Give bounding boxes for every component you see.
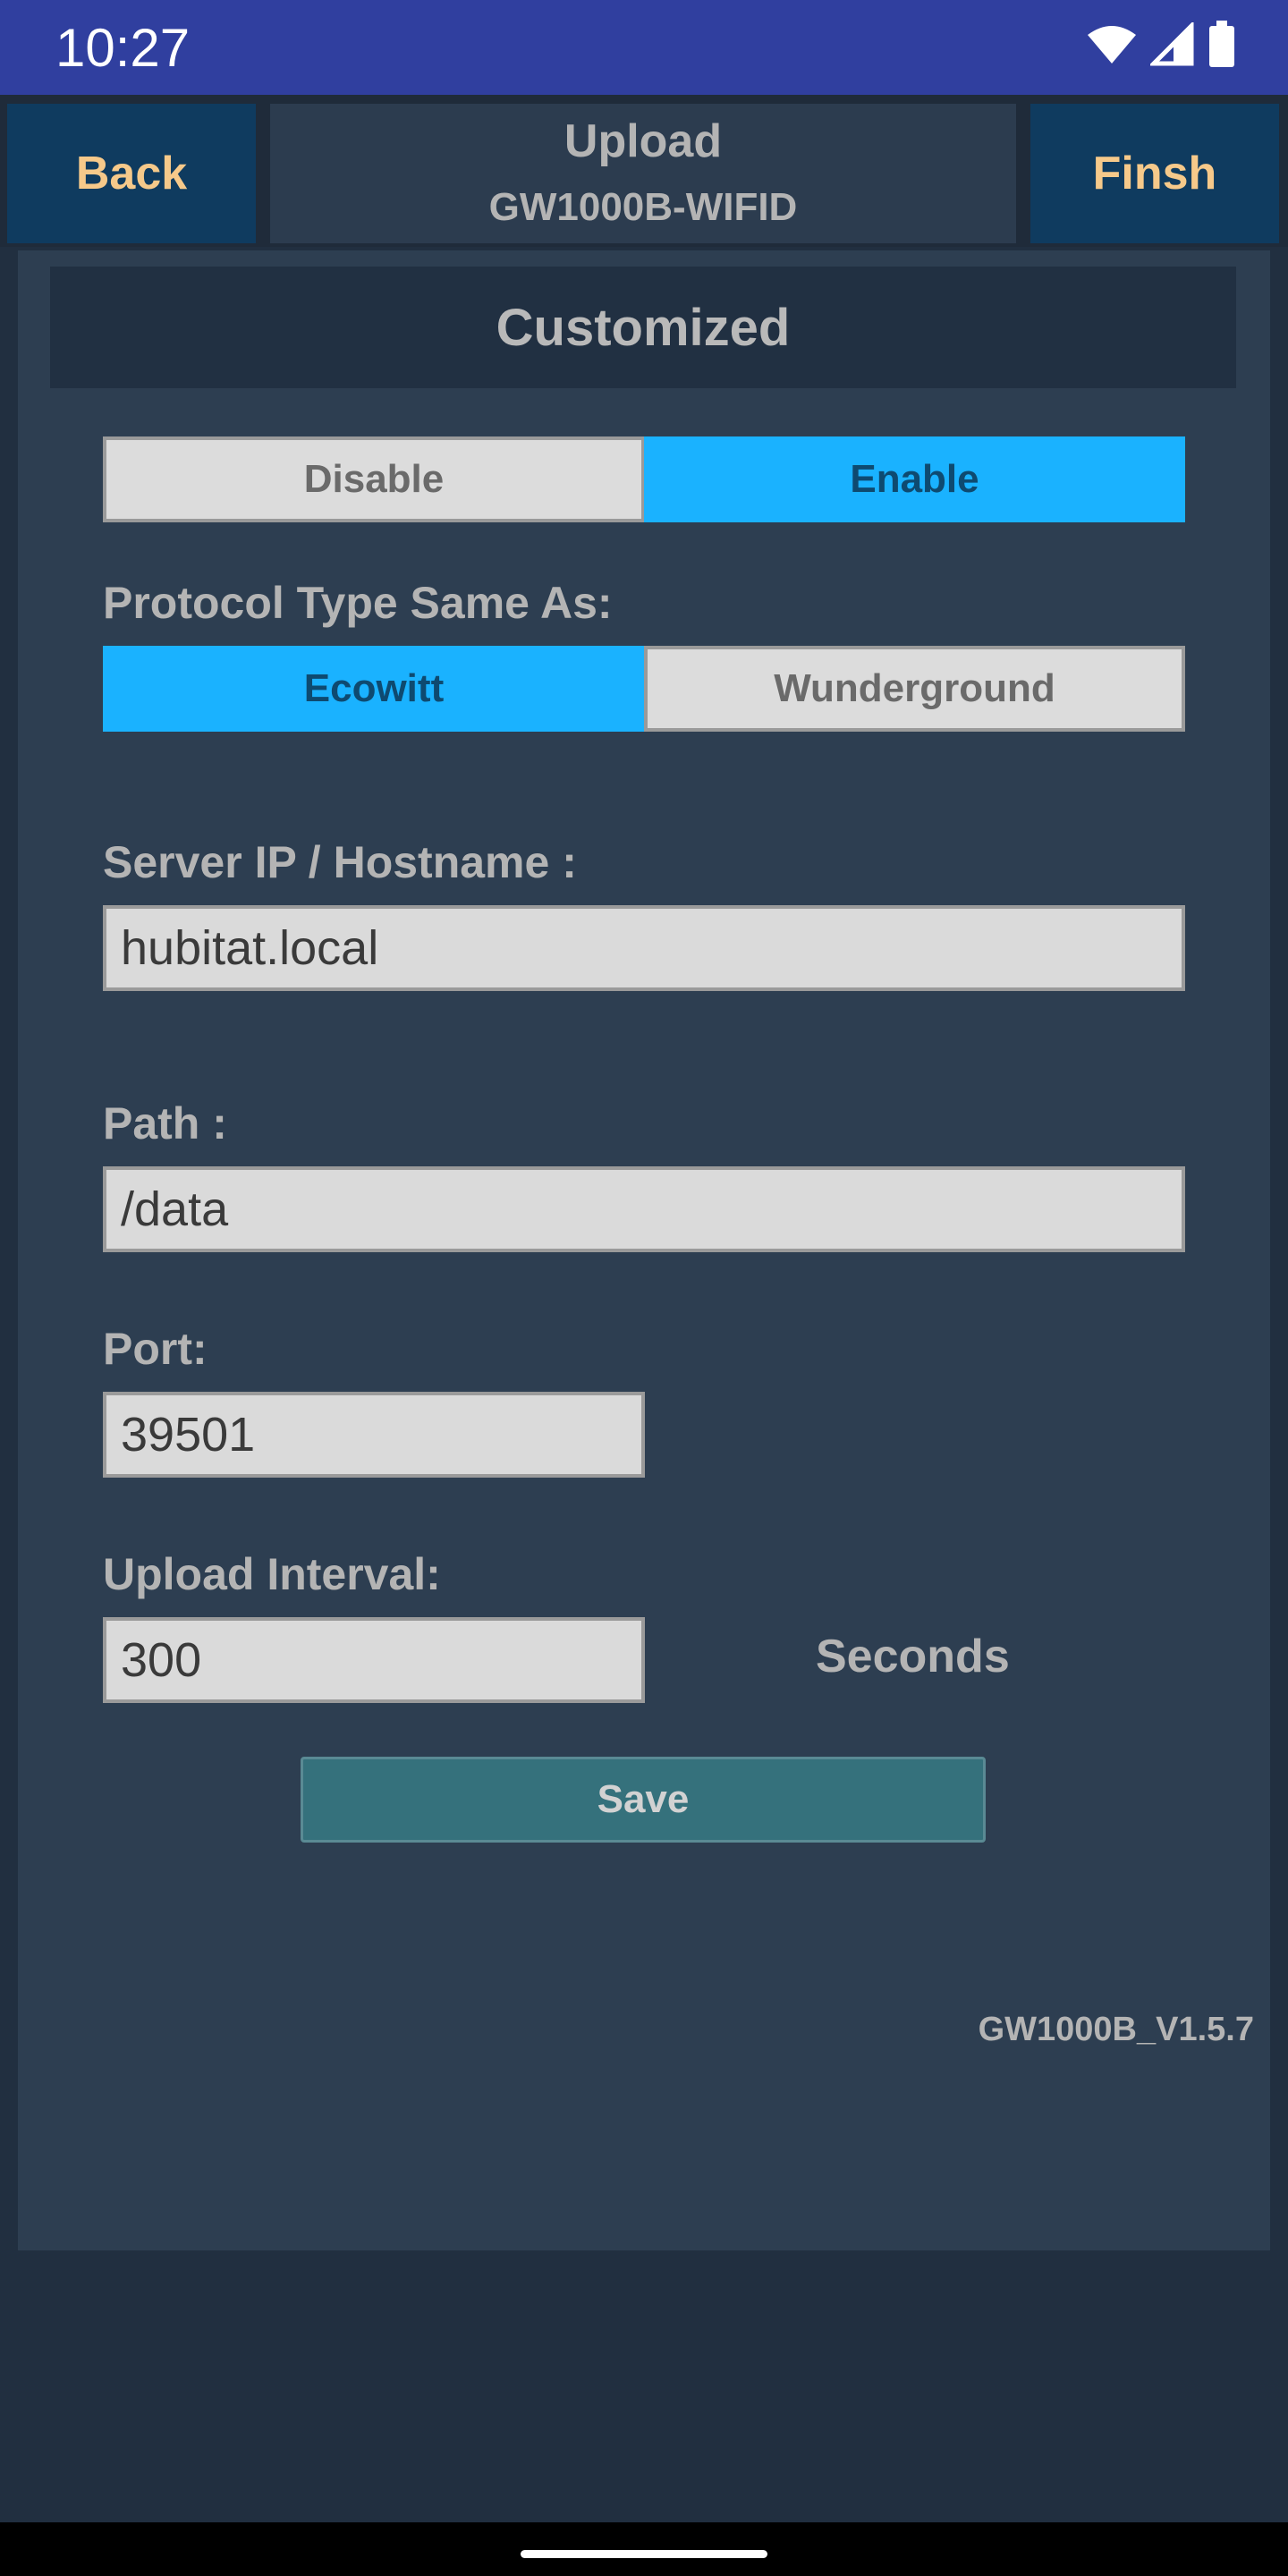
status-icons [1086,20,1236,73]
page-title-line1: Upload [564,115,723,167]
wifi-icon [1086,24,1138,70]
back-button[interactable]: Back [7,104,256,243]
status-time: 10:27 [55,18,191,78]
server-label: Server IP / Hostname : [103,837,577,887]
port-input[interactable]: 39501 [103,1392,645,1478]
settings-panel: Customized Disable Enable Protocol Type … [18,250,1270,2250]
protocol-ecowitt-option[interactable]: Ecowitt [103,646,645,732]
signal-icon [1148,20,1195,72]
path-label: Path : [103,1098,227,1148]
interval-unit-label: Seconds [816,1631,1010,1682]
finish-button[interactable]: Finsh [1030,104,1279,243]
path-input[interactable]: /data [103,1166,1185,1252]
version-label: GW1000B_V1.5.7 [978,2011,1254,2048]
disable-toggle[interactable]: Disable [103,436,645,522]
port-label: Port: [103,1324,208,1374]
header: Back Upload GW1000B-WIFID Finsh [0,95,1288,247]
protocol-label: Protocol Type Same As: [103,578,613,628]
status-bar: 10:27 [0,0,1288,95]
battery-icon [1208,20,1236,73]
enable-toggle[interactable]: Enable [644,436,1185,522]
save-button[interactable]: Save [301,1757,986,1843]
page-title: Upload GW1000B-WIFID [270,104,1016,243]
device-id-label: GW1000B-WIFID [488,185,798,229]
upload-interval-label: Upload Interval: [103,1549,441,1599]
upload-interval-input[interactable]: 300 [103,1617,645,1703]
section-title: Customized [50,267,1236,388]
home-gesture-handle[interactable] [521,2550,767,2558]
server-hostname-input[interactable]: hubitat.local [103,905,1185,991]
navigation-bar [0,2522,1288,2576]
protocol-wunderground-option[interactable]: Wunderground [644,646,1185,732]
